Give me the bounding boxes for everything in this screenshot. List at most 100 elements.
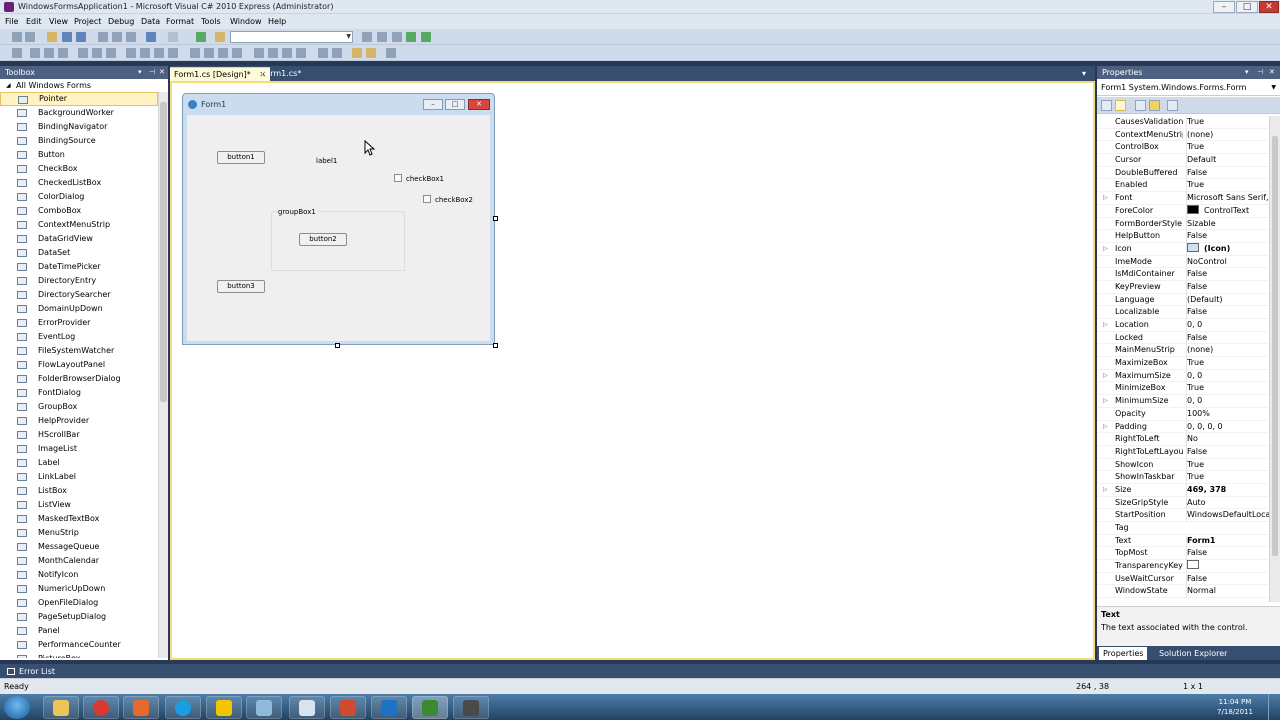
property-row[interactable]: ▷ Font Microsoft Sans Serif, 8 <box>1097 192 1269 205</box>
property-value[interactable]: False <box>1186 572 1269 586</box>
size-to-grid-icon[interactable] <box>168 48 178 58</box>
toolbox-item[interactable]: DirectorySearcher <box>0 288 158 302</box>
taskbar-app11[interactable] <box>453 696 489 719</box>
object-selector[interactable]: Form1 System.Windows.Forms.Form ▼ <box>1097 80 1280 96</box>
start-button[interactable] <box>4 696 30 719</box>
property-value[interactable]: Auto <box>1186 496 1269 510</box>
toolbox-item[interactable]: DataSet <box>0 246 158 260</box>
property-row[interactable]: ForeColor ControlText <box>1097 204 1269 218</box>
open-file-icon[interactable] <box>47 32 57 42</box>
decrease-horizontal-spacing-icon[interactable] <box>218 48 228 58</box>
menu-project[interactable]: Project <box>74 15 101 28</box>
increase-vertical-spacing-icon[interactable] <box>268 48 278 58</box>
property-row[interactable]: ▷ MaximumSize 0, 0 <box>1097 369 1269 383</box>
menu-tools[interactable]: Tools <box>201 15 221 28</box>
property-row[interactable]: IsMdiContainer False <box>1097 268 1269 281</box>
align-bottoms-icon[interactable] <box>106 48 116 58</box>
menu-view[interactable]: View <box>49 15 68 28</box>
toolbox-item[interactable]: CheckBox <box>0 162 158 176</box>
property-row[interactable]: FormBorderStyle Sizable <box>1097 217 1269 231</box>
close-icon[interactable]: ✕ <box>1269 66 1275 79</box>
taskbar-app3[interactable] <box>123 696 159 719</box>
label1[interactable]: label1 <box>316 157 337 165</box>
property-value[interactable]: 469, 378 <box>1186 483 1269 497</box>
resize-handle-right[interactable] <box>493 216 498 221</box>
toolbox-item[interactable]: BindingSource <box>0 134 158 148</box>
make-same-width-icon[interactable] <box>126 48 136 58</box>
property-value[interactable]: False <box>1186 547 1269 561</box>
toolbox-item[interactable]: FolderBrowserDialog <box>0 372 158 386</box>
toolbox-item[interactable]: DomainUpDown <box>0 302 158 316</box>
paste-icon[interactable] <box>126 32 136 42</box>
toolbox-item[interactable]: NotifyIcon <box>0 568 158 582</box>
properties-icon[interactable] <box>1135 100 1146 111</box>
toolbox-item[interactable]: FileSystemWatcher <box>0 344 158 358</box>
taskbar-aim[interactable] <box>206 696 242 719</box>
new-project-icon[interactable] <box>12 32 22 42</box>
form1-window[interactable]: Form1 – □ ✕ button1 label1 checkBox1 che… <box>182 93 495 345</box>
property-pages-icon[interactable] <box>1167 100 1178 111</box>
property-row[interactable]: MinimizeBox True <box>1097 382 1269 396</box>
property-value[interactable]: Sizable <box>1186 217 1269 231</box>
toolbox-item[interactable]: NumericUpDown <box>0 582 158 596</box>
property-value[interactable]: True <box>1186 357 1269 370</box>
redo-icon[interactable] <box>168 32 178 42</box>
start-page-icon[interactable] <box>406 32 416 42</box>
button2[interactable]: button2 <box>299 233 347 246</box>
button1[interactable]: button1 <box>217 151 265 164</box>
property-row[interactable]: Language (Default) <box>1097 293 1269 307</box>
tab-form1-code[interactable]: Form1.cs* <box>257 67 305 81</box>
menu-format[interactable]: Format <box>166 15 194 28</box>
form-client-area[interactable]: button1 label1 checkBox1 checkBox2 group… <box>187 115 490 341</box>
center-vertically-icon[interactable] <box>332 48 342 58</box>
align-tops-icon[interactable] <box>78 48 88 58</box>
expand-icon[interactable]: ▷ <box>1103 421 1108 434</box>
taskbar-app8[interactable] <box>330 696 366 719</box>
dropdown-icon[interactable]: ▾ <box>138 66 142 79</box>
property-value[interactable]: True <box>1186 458 1269 472</box>
toolbox-item[interactable]: DirectoryEntry <box>0 274 158 288</box>
property-row[interactable]: RightToLeft No <box>1097 433 1269 446</box>
property-row[interactable]: DoubleBuffered False <box>1097 166 1269 180</box>
property-row[interactable]: ControlBox True <box>1097 141 1269 155</box>
copy-icon[interactable] <box>112 32 122 42</box>
checkbox2[interactable]: checkBox2 <box>423 195 473 205</box>
property-value[interactable]: 0, 0 <box>1186 395 1269 408</box>
property-row[interactable]: ContextMenuStrip (none) <box>1097 128 1269 142</box>
taskbar-chrome[interactable] <box>83 696 119 719</box>
property-value[interactable]: False <box>1186 280 1269 294</box>
align-to-grid-icon[interactable] <box>12 48 22 58</box>
expand-icon[interactable]: ▷ <box>1103 395 1108 408</box>
add-item-icon[interactable] <box>25 32 35 42</box>
property-value[interactable]: Default <box>1186 154 1269 167</box>
remove-vertical-spacing-icon[interactable] <box>296 48 306 58</box>
property-row[interactable]: ShowIcon True <box>1097 458 1269 472</box>
toolbox-item[interactable]: HScrollBar <box>0 428 158 442</box>
property-value[interactable]: False <box>1186 230 1269 243</box>
align-rights-icon[interactable] <box>58 48 68 58</box>
toolbox-category[interactable]: ◢ All Windows Forms <box>2 80 154 91</box>
taskbar-visual-csharp[interactable] <box>412 696 448 719</box>
toolbox-item[interactable]: CheckedListBox <box>0 176 158 190</box>
menu-window[interactable]: Window <box>230 15 262 28</box>
system-clock[interactable]: 11:04 PM 7/18/2011 <box>1215 697 1255 717</box>
checkbox-box[interactable] <box>394 174 402 182</box>
property-value[interactable]: Normal <box>1186 585 1269 599</box>
checkbox1[interactable]: checkBox1 <box>394 174 444 184</box>
tab-properties[interactable]: Properties <box>1099 647 1148 660</box>
save-icon[interactable] <box>62 32 72 42</box>
taskbar-teamviewer[interactable] <box>371 696 407 719</box>
expand-icon[interactable]: ▷ <box>1103 370 1108 383</box>
property-value[interactable]: NoControl <box>1186 255 1269 269</box>
property-row[interactable]: MaximizeBox True <box>1097 357 1269 370</box>
expand-icon[interactable]: ▷ <box>1103 484 1108 497</box>
property-value[interactable]: True <box>1186 382 1269 396</box>
properties-window-icon[interactable] <box>377 32 387 42</box>
toolbox-item[interactable]: PageSetupDialog <box>0 610 158 624</box>
taskbar-app6[interactable] <box>246 696 282 719</box>
taskbar-app7[interactable] <box>289 696 325 719</box>
property-value[interactable]: False <box>1186 166 1269 180</box>
property-row[interactable]: Locked False <box>1097 331 1269 345</box>
toolbox-item[interactable]: FontDialog <box>0 386 158 400</box>
property-row[interactable]: KeyPreview False <box>1097 280 1269 294</box>
